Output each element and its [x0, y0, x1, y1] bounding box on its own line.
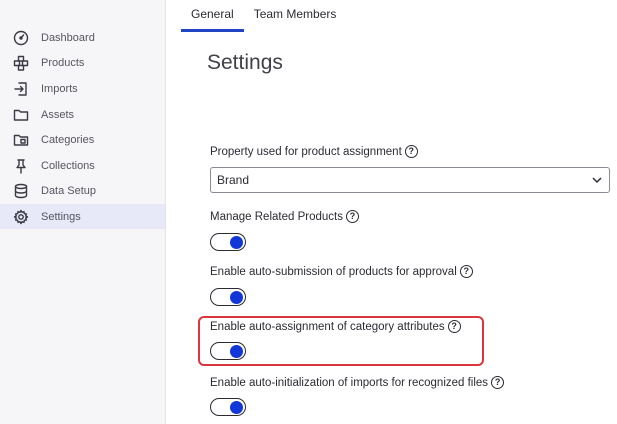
- sidebar-item-label: Assets: [41, 108, 75, 121]
- auto-initialization-label: Enable auto-initialization of imports fo…: [210, 376, 505, 389]
- folder-icon: [13, 107, 29, 123]
- categories-icon: [13, 132, 29, 148]
- related-products-label-text: Manage Related Products: [210, 210, 343, 223]
- products-icon: [13, 55, 29, 71]
- dashboard-icon: [13, 30, 29, 46]
- toggle-knob: [230, 344, 243, 358]
- property-assignment-select[interactable]: Brand: [210, 167, 610, 193]
- sidebar-item-products[interactable]: Products: [0, 50, 165, 75]
- toggle-knob: [230, 290, 243, 304]
- chevron-down-icon: [592, 177, 602, 184]
- help-icon[interactable]: ?: [345, 210, 359, 223]
- tab-bar: General Team Members: [181, 0, 346, 32]
- related-products-toggle[interactable]: [210, 233, 246, 251]
- sidebar: Dashboard Products Imports Assets Catego…: [0, 0, 166, 424]
- auto-submission-label-text: Enable auto-submission of products for a…: [210, 265, 457, 278]
- sidebar-item-label: Categories: [41, 133, 95, 146]
- sidebar-item-label: Settings: [41, 210, 81, 223]
- auto-assignment-label-text: Enable auto-assignment of category attri…: [210, 320, 445, 333]
- sidebar-item-label: Dashboard: [41, 31, 95, 44]
- help-icon[interactable]: ?: [447, 320, 461, 333]
- sidebar-item-label: Collections: [41, 159, 95, 172]
- help-icon[interactable]: ?: [459, 265, 473, 278]
- tab-team-members[interactable]: Team Members: [244, 0, 347, 32]
- auto-submission-toggle[interactable]: [210, 288, 246, 306]
- property-assignment-label-text: Property used for product assignment: [210, 145, 402, 158]
- sidebar-item-categories[interactable]: Categories: [0, 127, 165, 152]
- gear-icon: [13, 209, 29, 225]
- auto-initialization-toggle[interactable]: [210, 398, 246, 416]
- sidebar-item-dashboard[interactable]: Dashboard: [0, 25, 165, 50]
- sidebar-item-label: Data Setup: [41, 184, 97, 197]
- toggle-knob: [230, 400, 243, 414]
- help-icon[interactable]: ?: [404, 145, 418, 158]
- database-icon: [13, 183, 29, 199]
- imports-icon: [13, 81, 29, 97]
- sidebar-item-settings[interactable]: Settings: [0, 204, 165, 229]
- sidebar-item-data-setup[interactable]: Data Setup: [0, 178, 165, 203]
- property-assignment-value: Brand: [217, 173, 250, 187]
- related-products-label: Manage Related Products ?: [210, 210, 359, 223]
- auto-assignment-toggle[interactable]: [210, 342, 246, 360]
- sidebar-item-imports[interactable]: Imports: [0, 76, 165, 101]
- tab-general[interactable]: General: [181, 0, 244, 32]
- sidebar-item-collections[interactable]: Collections: [0, 153, 165, 178]
- pin-icon: [13, 158, 29, 174]
- help-icon[interactable]: ?: [491, 376, 505, 389]
- sidebar-item-assets[interactable]: Assets: [0, 102, 165, 127]
- auto-submission-label: Enable auto-submission of products for a…: [210, 265, 473, 278]
- sidebar-item-label: Products: [41, 56, 85, 69]
- page-title: Settings: [207, 51, 283, 74]
- property-assignment-label: Property used for product assignment ?: [210, 145, 418, 158]
- auto-initialization-label-text: Enable auto-initialization of imports fo…: [210, 376, 489, 389]
- auto-assignment-label: Enable auto-assignment of category attri…: [210, 320, 461, 333]
- sidebar-item-label: Imports: [41, 82, 78, 95]
- toggle-knob: [230, 235, 243, 249]
